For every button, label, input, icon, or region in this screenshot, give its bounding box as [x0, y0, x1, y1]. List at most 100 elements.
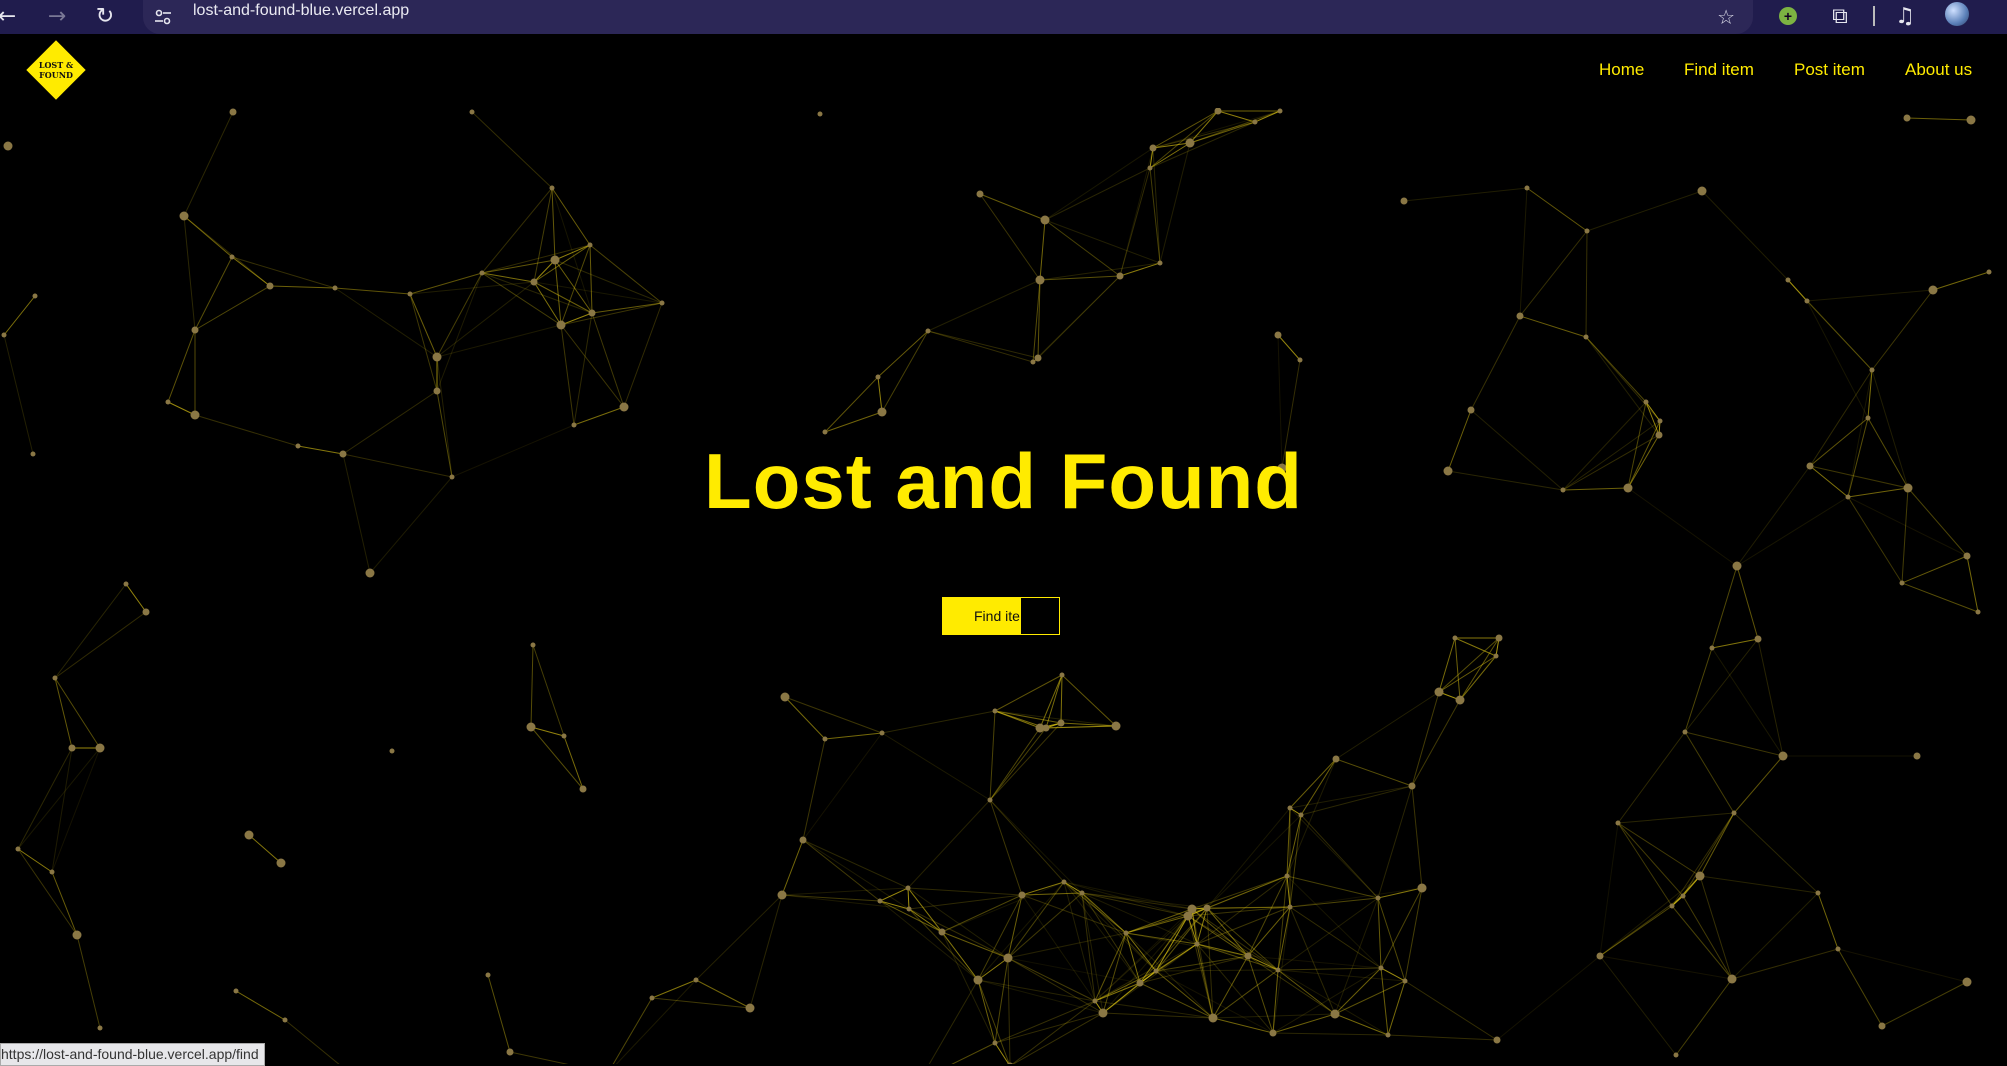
network-node: [745, 1003, 755, 1013]
network-node: [1269, 1029, 1277, 1037]
network-node: [1298, 812, 1304, 818]
site-settings-icon[interactable]: [153, 6, 173, 28]
extension-icon[interactable]: +: [1779, 7, 1797, 25]
network-link: [530, 726, 565, 737]
network-node: [1332, 755, 1340, 763]
network-node: [549, 185, 555, 191]
network-node: [1057, 719, 1065, 727]
puzzle-icon[interactable]: ⧉: [1825, 2, 1855, 32]
network-link: [1699, 875, 1733, 980]
network-link: [1286, 875, 1382, 969]
network-node: [619, 402, 629, 412]
url-text[interactable]: lost-and-found-blue.vercel.app: [193, 0, 409, 34]
network-link: [17, 747, 101, 850]
network-link: [1191, 875, 1288, 910]
network-node: [1402, 978, 1408, 984]
network-link: [1061, 674, 1117, 727]
network-node: [233, 988, 239, 994]
network-link: [1387, 980, 1406, 1036]
reload-icon[interactable]: ↻: [90, 2, 120, 32]
media-icon[interactable]: ♫: [1890, 2, 1920, 32]
network-node: [1865, 415, 1871, 421]
bookmark-star-icon[interactable]: ☆: [1717, 2, 1735, 32]
nav-home[interactable]: Home: [1599, 60, 1644, 80]
network-link: [1212, 955, 1249, 1019]
network-node: [191, 326, 199, 334]
network-link: [1684, 647, 1713, 733]
network-node: [587, 242, 593, 248]
network-link: [1191, 908, 1279, 971]
network-node: [822, 736, 828, 742]
network-link: [749, 894, 783, 1009]
network-link: [1454, 637, 1461, 701]
network-link: [1711, 565, 1738, 649]
back-arrow-icon[interactable]: ←: [0, 2, 22, 32]
network-node: [1061, 879, 1067, 885]
profile-avatar-icon[interactable]: [1945, 2, 1969, 26]
network-node: [877, 407, 887, 417]
network-link: [1617, 822, 1684, 897]
network-node: [987, 797, 993, 803]
network-node: [1986, 269, 1992, 275]
network-link: [1102, 932, 1127, 1014]
network-link: [824, 411, 883, 433]
network-link: [1119, 262, 1161, 277]
nav-find-item[interactable]: Find item: [1684, 60, 1754, 80]
network-node: [1669, 903, 1675, 909]
logo-line1: LOST &: [38, 60, 74, 70]
network-link: [1617, 822, 1673, 907]
network-link: [1733, 812, 1819, 894]
network-link: [994, 1012, 1104, 1044]
network-link: [1733, 755, 1784, 814]
network-link: [1404, 887, 1423, 982]
site-navbar: LOST & FOUND Home Find item Post item Ab…: [0, 34, 2007, 108]
address-bar[interactable]: lost-and-found-blue.vercel.app ☆: [143, 0, 1753, 34]
network-link: [1286, 758, 1337, 877]
network-node: [179, 211, 189, 221]
network-node: [1035, 723, 1045, 733]
network-link: [1007, 932, 1127, 959]
network-node: [1452, 635, 1458, 641]
network-link: [1906, 117, 1972, 121]
network-link: [589, 244, 663, 304]
network-link: [231, 256, 271, 287]
nav-post-item[interactable]: Post item: [1794, 60, 1865, 80]
network-node: [1727, 974, 1737, 984]
network-link: [409, 293, 438, 392]
network-node: [992, 708, 998, 714]
network-link: [784, 696, 883, 734]
network-node: [72, 930, 82, 940]
network-link: [1599, 822, 1619, 957]
network-node: [123, 581, 129, 587]
network-link: [1159, 142, 1191, 264]
network-link: [1149, 110, 1219, 169]
network-link: [54, 677, 101, 749]
network-node: [282, 1017, 288, 1023]
network-link: [167, 329, 196, 403]
find-item-button[interactable]: Find item: [942, 597, 1060, 635]
network-link: [471, 111, 553, 189]
network-link: [231, 256, 336, 289]
network-node: [469, 109, 475, 115]
network-link: [1881, 981, 1968, 1027]
network-link: [1617, 822, 1701, 877]
network-link: [1731, 948, 1839, 980]
network-link: [1254, 110, 1281, 123]
network-link: [994, 710, 1117, 727]
network-node: [1275, 967, 1281, 973]
nav-about-us[interactable]: About us: [1905, 60, 1972, 80]
network-link: [802, 839, 909, 889]
network-node: [1615, 820, 1621, 826]
network-link: [781, 839, 804, 896]
network-link: [1867, 369, 1873, 419]
network-node: [1455, 695, 1465, 705]
network-link: [1496, 955, 1601, 1041]
network-node: [1034, 354, 1042, 362]
site-logo[interactable]: LOST & FOUND: [27, 41, 85, 99]
network-node: [165, 399, 171, 405]
network-link: [1871, 289, 1934, 371]
network-link: [533, 244, 591, 283]
network-link: [533, 187, 553, 283]
network-link: [1007, 957, 1011, 1064]
forward-arrow-icon[interactable]: →: [42, 2, 72, 32]
